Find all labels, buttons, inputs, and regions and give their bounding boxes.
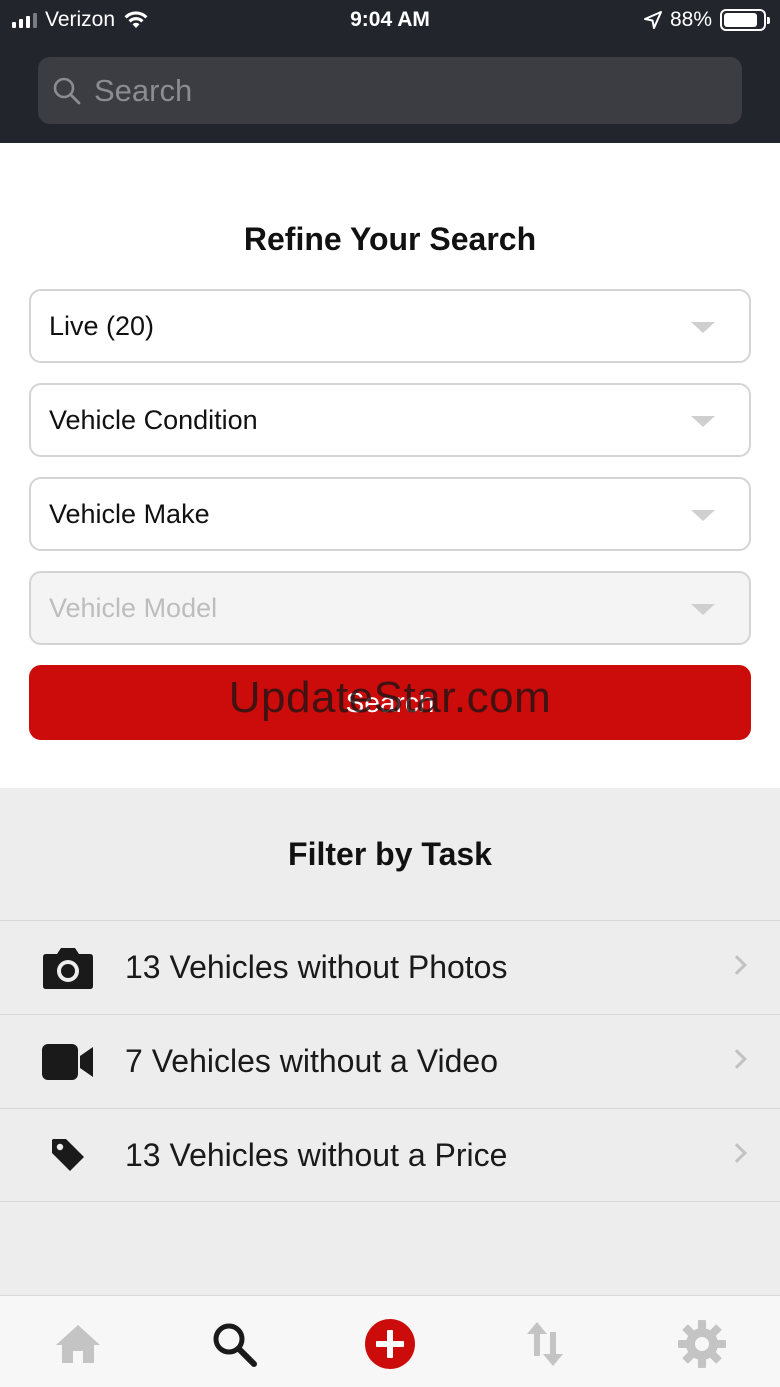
- tab-settings[interactable]: [672, 1314, 732, 1374]
- chevron-down-icon: [691, 322, 715, 333]
- status-right: 88%: [643, 8, 770, 32]
- chevron-right-icon: [727, 1143, 747, 1163]
- chevron-down-icon: [691, 604, 715, 615]
- battery-fill: [724, 13, 758, 27]
- chevron-right-icon: [727, 1049, 747, 1069]
- tab-transfer[interactable]: [515, 1314, 575, 1374]
- task-row-video[interactable]: 7 Vehicles without a Video: [0, 1014, 780, 1108]
- battery-icon: [720, 9, 770, 31]
- chevron-down-icon: [691, 510, 715, 521]
- chevron-right-icon: [727, 955, 747, 975]
- task-label: 13 Vehicles without a Price: [125, 1136, 508, 1173]
- tab-home[interactable]: [48, 1314, 108, 1374]
- tab-search[interactable]: [204, 1314, 264, 1374]
- search-icon: [213, 1323, 257, 1367]
- home-icon: [56, 1325, 100, 1363]
- refine-title: Refine Your Search: [243, 221, 537, 257]
- search-button[interactable]: Search: [29, 665, 751, 740]
- location-arrow-icon: [643, 11, 662, 29]
- task-label: 7 Vehicles without a Video: [125, 1043, 498, 1079]
- task-row-photos[interactable]: 13 Vehicles without Photos: [0, 920, 780, 1014]
- battery-percent: 88%: [669, 8, 712, 31]
- vehicle-condition-dropdown[interactable]: Vehicle Condition: [29, 383, 751, 457]
- search-field[interactable]: Search: [38, 57, 742, 124]
- dropdown-value: Live (20): [49, 310, 155, 341]
- status-bar: Verizon 9:04 AM 88%: [0, 0, 780, 40]
- task-label: 13 Vehicles without Photos: [125, 949, 508, 985]
- tab-add[interactable]: [360, 1314, 420, 1374]
- chevron-down-icon: [691, 416, 715, 427]
- status-dropdown[interactable]: Live (20): [29, 289, 751, 363]
- dropdown-value: Vehicle Make: [49, 498, 210, 529]
- search-placeholder: Search: [94, 72, 193, 108]
- filter-title: Filter by Task: [288, 836, 492, 872]
- vehicle-model-dropdown: Vehicle Model: [29, 571, 751, 645]
- price-tag-icon: [42, 1129, 94, 1181]
- task-row-price[interactable]: 13 Vehicles without a Price: [0, 1108, 780, 1202]
- camera-icon: [42, 942, 94, 994]
- vehicle-make-dropdown[interactable]: Vehicle Make: [29, 477, 751, 551]
- video-camera-icon: [42, 1036, 94, 1088]
- dropdown-value: Vehicle Condition: [49, 404, 258, 435]
- refine-section: Refine Your Search Live (20) Vehicle Con…: [0, 143, 780, 788]
- tab-bar: [0, 1295, 780, 1387]
- add-icon: [365, 1319, 415, 1369]
- settings-icon: [678, 1320, 726, 1368]
- header-bar: Verizon 9:04 AM 88% Search: [0, 0, 780, 143]
- dropdown-value: Vehicle Model: [49, 592, 218, 623]
- magnifier-icon: [53, 77, 81, 104]
- transfer-icon: [527, 1322, 563, 1366]
